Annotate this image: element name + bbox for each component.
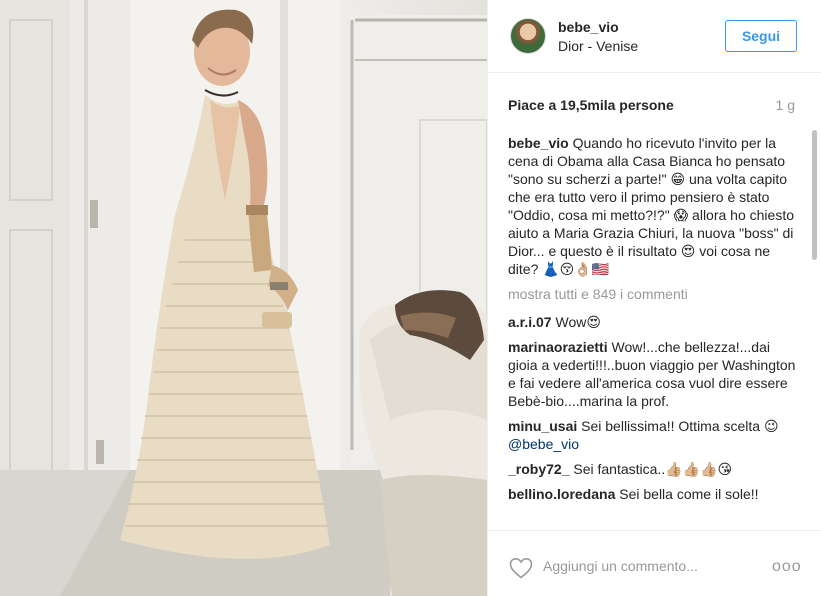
- show-all-comments-link[interactable]: mostra tutti e 849 i commenti: [508, 285, 798, 303]
- comment-item: minu_usai Sei bellissima!! Ottima scelta…: [508, 417, 798, 453]
- comment-item: bellino.loredana Sei bella come il sole!…: [508, 485, 798, 503]
- comment-username[interactable]: a.r.i.07: [508, 314, 552, 330]
- avatar[interactable]: [510, 18, 546, 54]
- comment-username[interactable]: _roby72_: [508, 461, 569, 477]
- likes-count[interactable]: Piace a 19,5mila persone: [508, 97, 674, 113]
- post-photo[interactable]: [0, 0, 487, 596]
- more-options-icon[interactable]: ooo: [772, 558, 802, 576]
- comment-username[interactable]: bellino.loredana: [508, 486, 615, 502]
- post-username[interactable]: bebe_vio: [558, 19, 619, 35]
- comment-text: Wow😍: [555, 314, 601, 330]
- likes-row: Piace a 19,5mila persone 1 g: [488, 73, 821, 123]
- caption: bebe_vio Quando ho ricevuto l'invito per…: [508, 134, 798, 278]
- comment-input[interactable]: [543, 555, 763, 577]
- comment-text: Sei fantastica..👍🏼👍🏼👍🏼😘: [573, 461, 733, 477]
- comment-text: Sei bellissima!! Ottima scelta 😉: [581, 418, 779, 434]
- follow-button[interactable]: Segui: [725, 20, 797, 52]
- post-time[interactable]: 1 g: [776, 97, 795, 113]
- caption-username[interactable]: bebe_vio: [508, 135, 569, 151]
- heart-icon[interactable]: [509, 557, 533, 579]
- comments-list[interactable]: bebe_vio Quando ho ricevuto l'invito per…: [508, 134, 798, 530]
- comment-item: _roby72_ Sei fantastica..👍🏼👍🏼👍🏼😘: [508, 460, 798, 478]
- comment-text: Sei bella come il sole!!: [619, 486, 759, 502]
- comment-username[interactable]: minu_usai: [508, 418, 577, 434]
- comment-username[interactable]: marinaorazietti: [508, 339, 608, 355]
- comment-mention-link[interactable]: @bebe_vio: [508, 436, 579, 452]
- comment-item: a.r.i.07 Wow😍: [508, 313, 798, 331]
- post-side-panel: bebe_vio Dior - Venise Segui Piace a 19,…: [487, 0, 821, 596]
- photo-illustration: [0, 0, 487, 596]
- post-header: bebe_vio Dior - Venise Segui: [488, 0, 821, 73]
- comment-item: marinaorazietti Wow!...che bellezza!...d…: [508, 338, 798, 410]
- caption-text: Quando ho ricevuto l'invito per la cena …: [508, 135, 795, 277]
- comments-scrollbar[interactable]: [811, 130, 818, 528]
- post-location[interactable]: Dior - Venise: [558, 38, 638, 54]
- scrollbar-thumb[interactable]: [812, 130, 817, 260]
- post-footer: ooo: [488, 530, 821, 596]
